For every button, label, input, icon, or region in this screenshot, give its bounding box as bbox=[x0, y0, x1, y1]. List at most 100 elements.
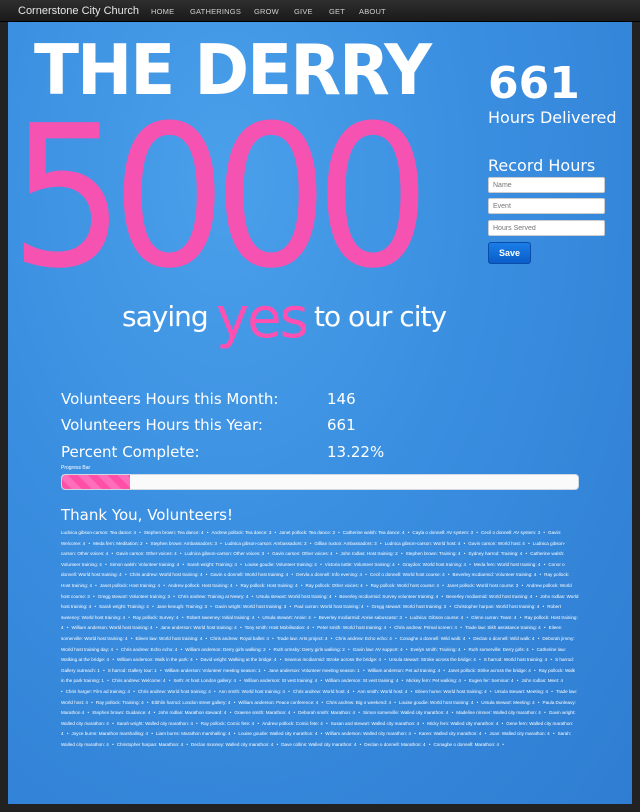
volunteer-entry: Louise goudie: World host training: 4 bbox=[399, 700, 478, 705]
volunteer-entry: Gavin carson: Other voices: 4 bbox=[272, 551, 337, 556]
hero-title: THE DERRY bbox=[34, 30, 432, 111]
event-input[interactable] bbox=[488, 198, 605, 214]
volunteer-entry: Karen: Walled city marathon: 4 bbox=[419, 731, 487, 736]
volunteer-entry: Ray pollock: Host training: 4 bbox=[240, 583, 302, 588]
volunteer-entry: Paul curran: World host training: 4 bbox=[294, 604, 368, 609]
volunteer-entry: Ray pollock: Training: 4 bbox=[96, 700, 149, 705]
nav-home[interactable]: HOME bbox=[151, 7, 174, 16]
volunteer-entry: Deborah smith: Marathon: 4 bbox=[298, 710, 360, 715]
volunteer-entry: Janet pollock: Tea dance: 3 bbox=[279, 530, 339, 535]
bottom-bar bbox=[0, 804, 640, 812]
volunteer-entry: Gavin carson: Other voices: 4 bbox=[116, 551, 181, 556]
volunteer-entry: Declan o donnell: Wild walk: 4 bbox=[473, 636, 539, 641]
volunteer-entry: Chris andrew: Primal screen: 4 bbox=[394, 625, 462, 630]
volunteer-entry: Eibhlin harrod: London street gallery: 4 bbox=[152, 700, 236, 705]
volunteer-entry: Joyce burns: Marathon marshalling: 4 bbox=[71, 731, 153, 736]
volunteer-entry: Gavin carson: World host: 4 bbox=[468, 541, 530, 546]
volunteer-entry: William anderson: Peace conference: 4 bbox=[238, 700, 323, 705]
volunteer-entry: Liam burns: Marathon marshalling: 4 bbox=[156, 731, 235, 736]
volunteer-entry: Gavin wright: World host training: 3 bbox=[215, 604, 291, 609]
year-hours-value: 661 bbox=[327, 416, 356, 434]
volunteer-entry: Declan mooney: Walled city marathon: 4 bbox=[191, 742, 278, 747]
volunteer-entry: Trade law: Arts project: 4 bbox=[277, 636, 333, 641]
record-hours-title: Record Hours bbox=[488, 156, 596, 175]
volunteer-entry: Christopher harpan: Marathon: 4 bbox=[117, 742, 188, 747]
volunteer-entry: Beverley mcdiarmid: Survey volunteer tra… bbox=[339, 594, 443, 599]
hero-5000: 5000 bbox=[10, 84, 430, 312]
volunteer-entry: Meda fern: Meditation: 2 bbox=[93, 541, 147, 546]
volunteer-entry: Gavin o donnell: World host training: 4 bbox=[210, 572, 293, 577]
volunteer-entry: Janet pollock: Strike across the bridge:… bbox=[448, 668, 536, 673]
volunteer-entry: Ludnica gibson-carson: Ambassadors: 3 bbox=[225, 541, 312, 546]
volunteer-entry: William anderson: St vest training: 4 bbox=[325, 678, 403, 683]
volunteer-entry: Dervla o donnell: Info evening: 4 bbox=[296, 572, 367, 577]
volunteer-entry: Glenn curran: Team: 4 bbox=[471, 615, 521, 620]
volunteer-entry: Graeme smith: Marathon: 4 bbox=[234, 710, 295, 715]
nav-gatherings[interactable]: GATHERINGS bbox=[190, 7, 241, 16]
volunteer-entry: Tony smith: Host Mobilisation: 4 bbox=[245, 625, 314, 630]
progress-bar bbox=[61, 474, 579, 490]
volunteer-entry: Simon walsh: Volunteer training: 4 bbox=[110, 562, 184, 567]
volunteer-entry: Ursula stewart: Annie: 4 bbox=[262, 615, 315, 620]
volunteer-entry: Stephen brown: Guidance: 4 bbox=[92, 710, 155, 715]
volunteer-entry: Cecil o donnell: World host course: 4 bbox=[370, 572, 450, 577]
volunteer-entry: William anderson: Walk in the park: 4 bbox=[117, 657, 198, 662]
volunteer-entry: Trade law: Sikh assistance training: 4 bbox=[465, 625, 546, 630]
volunteer-entry: Chris andrew: Echo echo: 4 bbox=[121, 647, 182, 652]
volunteer-entry: Chris andrew: World host: 4 bbox=[293, 689, 355, 694]
volunteer-entry: Stephen brown: Tea dance: 4 bbox=[144, 530, 209, 535]
volunteer-entry: Chris andrew: Training at Newry: 4 bbox=[178, 594, 253, 599]
volunteer-entry: Ruth somerville: Derry girls: 4 bbox=[468, 647, 533, 652]
volunteer-entry: Chris andrew: Welcome: 4 bbox=[112, 678, 171, 683]
volunteer-entry: Ludnica gibson-carson: Other voices: 3 bbox=[185, 551, 270, 556]
top-navbar: Cornerstone City Church HOME GATHERINGS … bbox=[0, 0, 640, 22]
volunteer-entry: Eileen law: World host training: 4 bbox=[135, 636, 207, 641]
volunteer-entry: Ursula stewart: Meeting: 4 bbox=[481, 700, 539, 705]
volunteer-entry: Seamus mcdiarmid: Stroke across the brid… bbox=[284, 657, 386, 662]
nav-get[interactable]: GET bbox=[329, 7, 345, 16]
volunteer-entry: Ray pollock: Survey: 4 bbox=[133, 615, 184, 620]
volunteer-entry: Beverley mcdiarmid: Volunteer training: … bbox=[453, 572, 542, 577]
volunteer-entry: Graydon: World host training: 4 bbox=[403, 562, 471, 567]
save-button[interactable]: Save bbox=[488, 242, 531, 264]
volunteer-entry: Ray pollock: Other voices: 4 bbox=[306, 583, 368, 588]
volunteer-entry: Ursula stewart: Meeting: 4 bbox=[495, 689, 553, 694]
month-hours-label: Volunteers Hours this Month: bbox=[61, 390, 279, 408]
volunteer-entry: Janet pollock: World host course: 3 bbox=[447, 583, 523, 588]
volunteer-entry: Sarah wright: Training: 4 bbox=[99, 604, 154, 609]
volunteer-entry: Joan: Walled city marathon: 4 bbox=[489, 731, 554, 736]
nav-grow[interactable]: GROW bbox=[254, 7, 279, 16]
volunteer-entry: Chris andrew: Big o weekend: 4 bbox=[326, 700, 396, 705]
volunteer-entry: Declan o donnell: Marathon: 4 bbox=[364, 742, 430, 747]
volunteer-entry: Ray pollock: Comic fete: 4 bbox=[201, 721, 259, 726]
hero-tagline-pre: saying bbox=[122, 300, 209, 333]
nav-give[interactable]: GIVE bbox=[294, 7, 313, 16]
volunteer-entry: William anderson: Pet ad training: 4 bbox=[368, 668, 445, 673]
volunteer-entry: Victoria tuttle: Volunteer training: 4 bbox=[325, 562, 400, 567]
hours-served-input[interactable] bbox=[488, 220, 605, 236]
volunteer-entry: Cayla o donnell: AV system: 3 bbox=[412, 530, 478, 535]
volunteer-entry: Louise goudie: Volunteer training: 4 bbox=[245, 562, 322, 567]
year-hours-label: Volunteers Hours this Year: bbox=[61, 416, 263, 434]
volunteer-entry: Sarah wright: Training: 4 bbox=[187, 562, 242, 567]
volunteer-entry: Beverley mcdiarmid: World host training:… bbox=[446, 594, 537, 599]
hero-tagline-yes: yes bbox=[216, 286, 309, 351]
volunteer-entry: Stephen brown: Ambassadors: 3 bbox=[151, 541, 222, 546]
name-input[interactable] bbox=[488, 177, 605, 193]
volunteer-entry: Ludnica gibson-carson: World host: 4 bbox=[385, 541, 466, 546]
volunteer-entry: Peter smith: World host training: 4 bbox=[317, 625, 391, 630]
volunteer-entry: Dave collins: Walled city marathon: 4 bbox=[281, 742, 361, 747]
volunteer-entry: Chris andrew: World host training: 4 bbox=[130, 572, 208, 577]
brand-logo-text[interactable]: Cornerstone City Church bbox=[18, 5, 139, 17]
volunteer-entry: Mickey fern: Pet walking: 4 bbox=[406, 678, 466, 683]
nav-about[interactable]: ABOUT bbox=[359, 7, 386, 16]
volunteer-entry: Chris andrew: Royal ballet: 4 bbox=[210, 636, 274, 641]
progress-bar-fill bbox=[62, 475, 131, 489]
volunteer-entry: Louise goudie: Walled city marathon: 4 bbox=[238, 731, 322, 736]
volunteer-entry: William anderson: Volunteer meeting seas… bbox=[165, 668, 266, 673]
volunteer-entry: Eileen hume: World host training: 4 bbox=[415, 689, 491, 694]
volunteer-entry: Ann smith: World host training: 4 bbox=[219, 689, 290, 694]
volunteer-entry: Sydney harrod: Training: 4 bbox=[468, 551, 527, 556]
volunteer-entry: Ruth ormsby: Derry girls walking: 2 bbox=[274, 647, 350, 652]
month-hours-value: 146 bbox=[327, 390, 356, 408]
